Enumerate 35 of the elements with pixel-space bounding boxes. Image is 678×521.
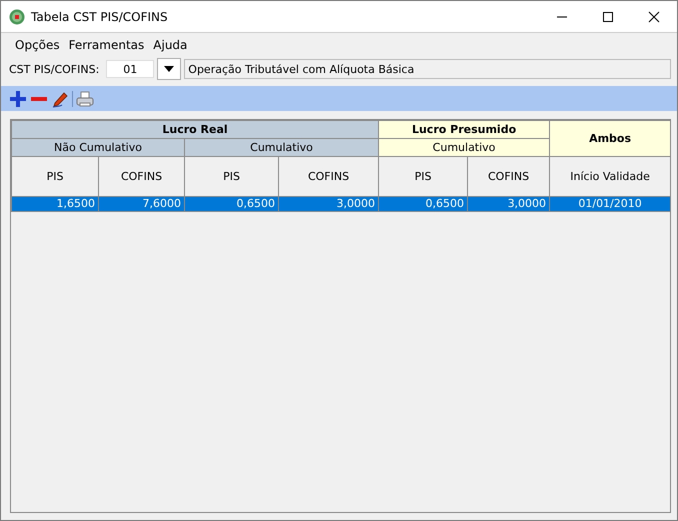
column-header[interactable]: PIS	[12, 156, 98, 196]
plus-icon[interactable]	[9, 90, 27, 108]
column-header[interactable]: COFINS	[98, 156, 184, 196]
menu-item[interactable]: Ajuda	[147, 38, 190, 52]
table-cell[interactable]: 3,0000	[278, 196, 379, 212]
dropdown-button[interactable]	[157, 58, 182, 80]
table-cell[interactable]: 3,0000	[468, 196, 550, 212]
field-label: CST PIS/COFINS:	[8, 62, 100, 76]
table-cell[interactable]: 01/01/2010	[550, 196, 670, 212]
cst-code-field[interactable]: 01	[106, 60, 154, 78]
menu-item[interactable]: Ferramentas	[62, 38, 148, 52]
column-header[interactable]: PIS	[184, 156, 278, 196]
column-header[interactable]: Início Validade	[550, 156, 670, 196]
subgroup-header: Cumulativo	[378, 138, 550, 156]
group-header: Lucro Real	[12, 120, 379, 138]
column-header[interactable]: PIS	[378, 156, 468, 196]
caret-icon	[164, 66, 174, 72]
description-field: Operação Tributável com Alíquota Básica	[184, 59, 671, 79]
column-header[interactable]: COFINS	[278, 156, 379, 196]
subgroup-header: Cumulativo	[184, 138, 379, 156]
table-cell[interactable]: 0,6500	[184, 196, 278, 212]
group-header: Ambos	[550, 120, 670, 156]
subgroup-header: Não Cumulativo	[12, 138, 184, 156]
maximize-icon[interactable]	[602, 10, 614, 22]
group-header: Lucro Presumido	[378, 120, 550, 138]
table-cell[interactable]: 7,6000	[98, 196, 184, 212]
window-title: Tabela CST PIS/COFINS	[31, 10, 169, 24]
menu-item[interactable]: Opções	[9, 38, 63, 52]
close-icon[interactable]	[648, 10, 660, 22]
printer-icon[interactable]	[76, 90, 94, 108]
app-icon	[9, 8, 25, 24]
column-header[interactable]: COFINS	[468, 156, 550, 196]
pencil-icon[interactable]	[51, 90, 69, 108]
table-cell[interactable]: 0,6500	[378, 196, 468, 212]
table-cell[interactable]: 1,6500	[12, 196, 98, 212]
